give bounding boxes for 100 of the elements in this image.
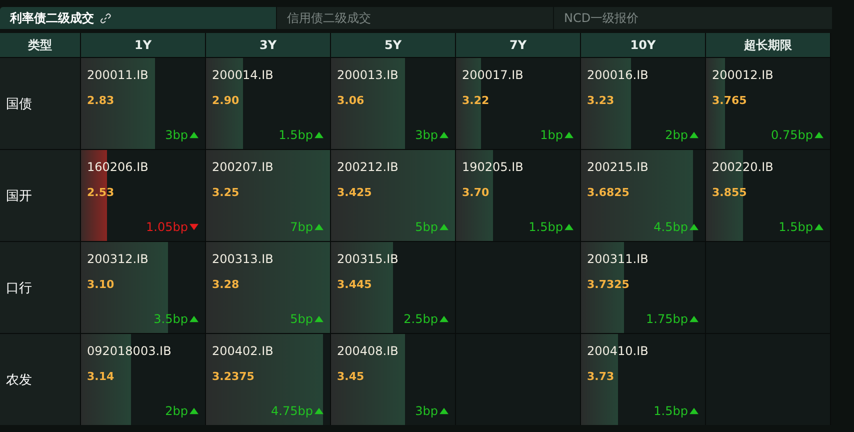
bond-code: 200012.IB: [712, 68, 774, 82]
column-header: 7Y: [456, 33, 580, 57]
up-triangle-icon: [689, 131, 699, 139]
bond-code: 200313.IB: [212, 252, 274, 266]
yield-value: 3.70: [462, 186, 490, 199]
column-header: 超长期限: [706, 33, 830, 57]
bond-code: 200220.IB: [712, 160, 774, 174]
up-triangle-icon: [439, 315, 449, 323]
up-triangle-icon: [689, 315, 699, 323]
bond-code: 200016.IB: [587, 68, 648, 82]
yield-value: 3.425: [337, 186, 372, 199]
tab[interactable]: 利率债二级成交: [0, 7, 276, 29]
bond-code: 200207.IB: [212, 160, 274, 174]
yield-value: 3.6825: [587, 186, 630, 199]
tab[interactable]: 信用债二级成交: [277, 7, 553, 29]
yield-value: 2.90: [212, 94, 240, 107]
quote-cell[interactable]: 200402.IB 3.2375 4.75bp: [206, 334, 330, 425]
yield-value: 3.22: [462, 94, 490, 107]
bond-code: 200402.IB: [212, 344, 274, 358]
quote-cell[interactable]: 200410.IB 3.73 1.5bp: [581, 334, 705, 425]
column-header: 5Y: [331, 33, 455, 57]
change-value: 4.5bp: [654, 220, 688, 234]
column-header: 10Y: [581, 33, 705, 57]
quote-cell[interactable]: 200014.IB 2.90 1.5bp: [206, 58, 330, 149]
up-triangle-icon: [564, 223, 574, 231]
yield-value: 3.445: [337, 278, 372, 291]
change-value: 1.5bp: [778, 220, 813, 234]
bond-code: 200408.IB: [337, 344, 398, 358]
yield-value: 3.7325: [587, 278, 630, 291]
quote-cell[interactable]: 190205.IB 3.70 1.5bp: [456, 150, 580, 241]
change-value: 2bp: [665, 128, 688, 142]
change-value: 3bp: [165, 128, 188, 142]
up-triangle-icon: [564, 131, 574, 139]
up-triangle-icon: [314, 223, 324, 231]
quote-cell[interactable]: 200017.IB 3.22 1bp: [456, 58, 580, 149]
up-triangle-icon: [439, 407, 449, 415]
column-header: 类型: [0, 33, 80, 57]
quote-cell[interactable]: 200011.IB 2.83 3bp: [81, 58, 205, 149]
bond-code: 200215.IB: [587, 160, 648, 174]
change-value: 2bp: [165, 404, 188, 418]
up-triangle-icon: [314, 131, 324, 139]
bond-code: 200212.IB: [337, 160, 398, 174]
bond-code: 200014.IB: [212, 68, 274, 82]
row-header: 国开: [0, 150, 80, 241]
change-value: 3.5bp: [154, 312, 188, 326]
yield-value: 3.23: [587, 94, 614, 107]
change-value: 3bp: [415, 128, 438, 142]
up-triangle-icon: [814, 223, 824, 231]
change-value: 1.75bp: [646, 312, 688, 326]
change-value: 4.75bp: [271, 404, 313, 418]
change-value: 3bp: [415, 404, 438, 418]
change-value: 5bp: [290, 312, 313, 326]
down-triangle-icon: [189, 223, 199, 231]
quote-cell[interactable]: 200016.IB 3.23 2bp: [581, 58, 705, 149]
up-triangle-icon: [189, 407, 199, 415]
yield-value: 3.45: [337, 370, 364, 383]
yield-value: 3.855: [712, 186, 747, 199]
change-value: 2.5bp: [404, 312, 438, 326]
bond-code: 200017.IB: [462, 68, 524, 82]
column-header: 3Y: [206, 33, 330, 57]
quote-cell[interactable]: 200207.IB 3.25 7bp: [206, 150, 330, 241]
quote-cell[interactable]: 160206.IB 2.53 1.05bp: [81, 150, 205, 241]
column-header: 1Y: [81, 33, 205, 57]
yield-value: 3.28: [212, 278, 240, 291]
quote-cell[interactable]: 200212.IB 3.425 5bp: [331, 150, 455, 241]
quote-cell[interactable]: 200311.IB 3.7325 1.75bp: [581, 242, 705, 333]
tab[interactable]: NCD一级报价: [554, 7, 832, 29]
yield-value: 3.10: [87, 278, 114, 291]
change-value: 0.75bp: [771, 128, 813, 142]
quote-cell[interactable]: 200220.IB 3.855 1.5bp: [706, 150, 830, 241]
row-header: 国债: [0, 58, 80, 149]
quote-cell[interactable]: 200315.IB 3.445 2.5bp: [331, 242, 455, 333]
yield-value: 2.83: [87, 94, 114, 107]
bond-code: 190205.IB: [462, 160, 524, 174]
up-triangle-icon: [314, 315, 324, 323]
bond-code: 092018003.IB: [87, 344, 172, 358]
up-triangle-icon: [314, 407, 324, 415]
row-header: 口行: [0, 242, 80, 333]
yield-value: 3.73: [587, 370, 614, 383]
quote-cell[interactable]: 200313.IB 3.28 5bp: [206, 242, 330, 333]
yield-value: 3.06: [337, 94, 364, 107]
bond-code: 200410.IB: [587, 344, 648, 358]
row-header: 农发: [0, 334, 80, 425]
yield-value: 2.53: [87, 186, 114, 199]
quote-cell[interactable]: 200012.IB 3.765 0.75bp: [706, 58, 830, 149]
bond-code: 200311.IB: [587, 252, 648, 266]
quote-cell[interactable]: 200312.IB 3.10 3.5bp: [81, 242, 205, 333]
bond-code: 200315.IB: [337, 252, 398, 266]
bond-code: 200013.IB: [337, 68, 398, 82]
link-icon[interactable]: [100, 12, 111, 24]
quote-cell[interactable]: 092018003.IB 3.14 2bp: [81, 334, 205, 425]
change-value: 1.5bp: [278, 128, 313, 142]
yield-value: 3.25: [212, 186, 240, 199]
quote-cell[interactable]: 200408.IB 3.45 3bp: [331, 334, 455, 425]
quote-cell[interactable]: 200215.IB 3.6825 4.5bp: [581, 150, 705, 241]
quote-cell[interactable]: 200013.IB 3.06 3bp: [331, 58, 455, 149]
change-value: 1.05bp: [146, 220, 188, 234]
change-value: 1.5bp: [528, 220, 563, 234]
bond-code: 200312.IB: [87, 252, 148, 266]
up-triangle-icon: [689, 407, 699, 415]
